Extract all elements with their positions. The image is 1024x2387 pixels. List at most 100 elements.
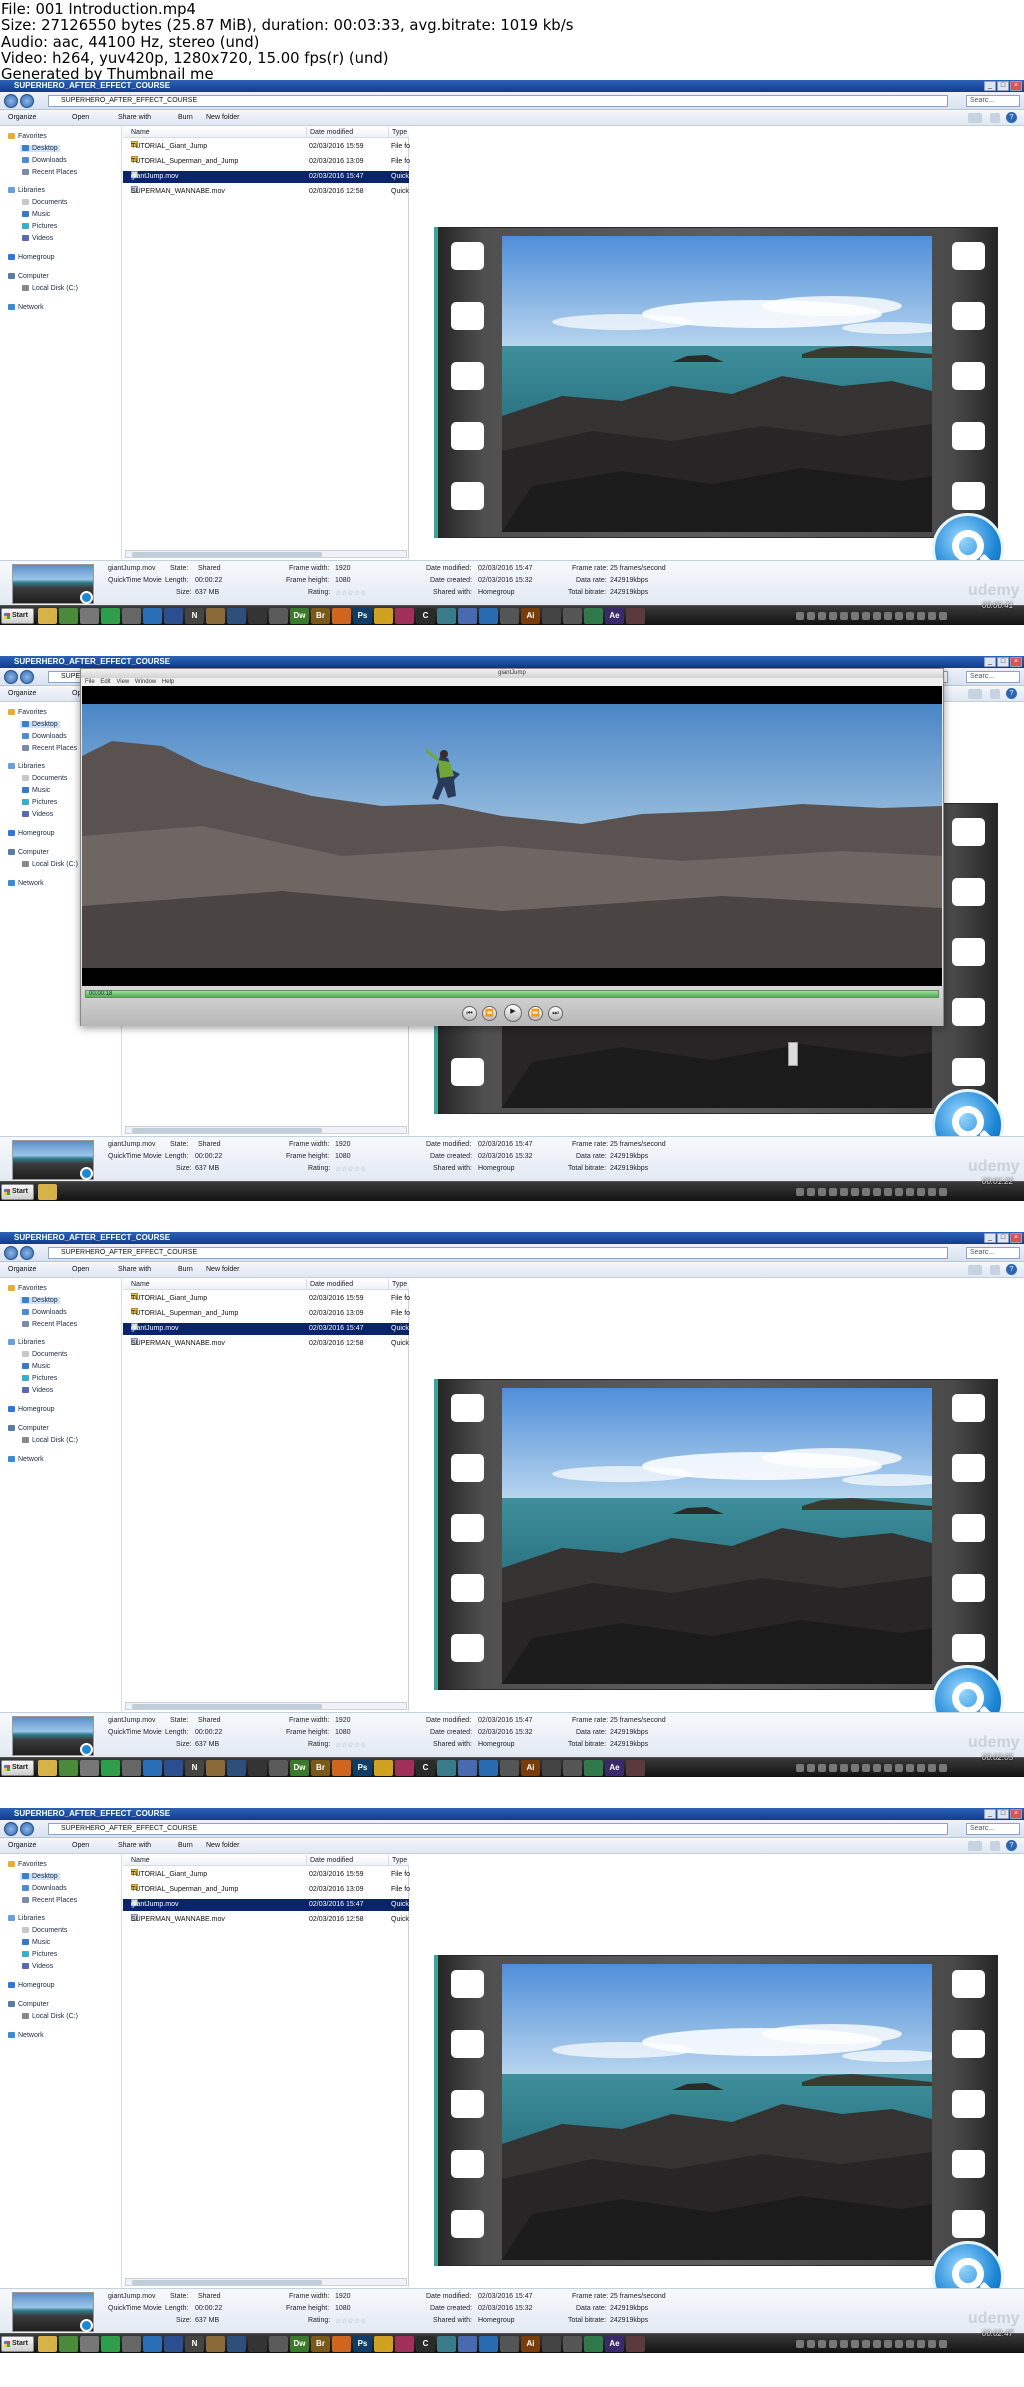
tray-icon[interactable] bbox=[895, 2340, 903, 2348]
file-row[interactable]: giantJump.mov 02/03/2016 15:47 Quick bbox=[123, 171, 409, 183]
minimize-button[interactable]: _ bbox=[984, 1809, 996, 1819]
tray-icon[interactable] bbox=[796, 1188, 804, 1196]
close-button[interactable]: × bbox=[1010, 81, 1022, 91]
taskbar-chrome-icon[interactable] bbox=[101, 2336, 120, 2352]
taskbar-gear-icon[interactable] bbox=[80, 1760, 99, 1776]
taskbar-disc-icon[interactable] bbox=[626, 608, 645, 624]
tray-icon[interactable] bbox=[829, 2340, 837, 2348]
column-type[interactable]: Type bbox=[388, 1279, 407, 1290]
nav-item[interactable]: Local Disk (C:) bbox=[20, 1437, 80, 1444]
new-folder-button[interactable]: New folder bbox=[206, 110, 239, 126]
close-button[interactable]: × bbox=[1010, 657, 1022, 667]
rewind-button[interactable]: ⏪ bbox=[482, 1006, 497, 1021]
rating-stars[interactable]: ☆☆☆☆☆ bbox=[335, 1165, 366, 1173]
tray-icon[interactable] bbox=[906, 2340, 914, 2348]
tray-icon[interactable] bbox=[873, 612, 881, 620]
tray-icon[interactable] bbox=[939, 2340, 947, 2348]
start-button[interactable]: Start bbox=[1, 1760, 34, 1776]
horizontal-scrollbar[interactable] bbox=[125, 2278, 407, 2286]
nav-item[interactable]: Computer bbox=[6, 849, 51, 856]
taskbar-hex-icon[interactable] bbox=[479, 2336, 498, 2352]
taskbar-box-icon[interactable] bbox=[206, 2336, 225, 2352]
taskbar-disc-icon[interactable] bbox=[626, 1760, 645, 1776]
minimize-button[interactable]: _ bbox=[984, 657, 996, 667]
tray-icon[interactable] bbox=[807, 1188, 815, 1196]
tray-icon[interactable] bbox=[917, 2340, 925, 2348]
taskbar-panel-icon[interactable] bbox=[122, 608, 141, 624]
tray-icon[interactable] bbox=[884, 1188, 892, 1196]
view-options-icon[interactable] bbox=[968, 1841, 982, 1851]
file-row[interactable]: SUPERMAN_WANNABE.mov 02/03/2016 12:58 Quic… bbox=[123, 1914, 409, 1926]
taskbar-headphones-icon[interactable] bbox=[374, 2336, 393, 2352]
file-row[interactable]: SUPERMAN_WANNABE.mov 02/03/2016 12:58 Quic… bbox=[123, 1338, 409, 1350]
taskbar-firefox-icon[interactable] bbox=[332, 608, 351, 624]
maximize-button[interactable]: □ bbox=[997, 657, 1009, 667]
nav-item[interactable]: Desktop bbox=[20, 721, 60, 728]
taskbar-unity-icon[interactable] bbox=[563, 2336, 582, 2352]
tray-icon[interactable] bbox=[906, 612, 914, 620]
file-row[interactable]: TUTORIAL_Superman_and_Jump 02/03/2016 13:… bbox=[123, 1308, 410, 1320]
horizontal-scrollbar[interactable] bbox=[125, 550, 407, 558]
taskbar-download-icon[interactable] bbox=[227, 1760, 246, 1776]
tray-icon[interactable] bbox=[818, 1764, 826, 1772]
taskbar-cube-icon[interactable] bbox=[437, 2336, 456, 2352]
nav-item[interactable]: Documents bbox=[20, 1351, 69, 1358]
taskbar-flower-icon[interactable] bbox=[395, 2336, 414, 2352]
tray-icon[interactable] bbox=[906, 1764, 914, 1772]
taskbar-gear-icon[interactable] bbox=[80, 2336, 99, 2352]
nav-item[interactable]: Favorites bbox=[6, 1285, 49, 1292]
maximize-button[interactable]: □ bbox=[997, 1809, 1009, 1819]
seek-bar[interactable] bbox=[85, 990, 939, 998]
nav-item[interactable]: Pictures bbox=[20, 1375, 59, 1382]
open-button[interactable]: Open bbox=[72, 110, 89, 126]
file-row[interactable]: SUPERMAN_WANNABE.mov 02/03/2016 12:58 Quic… bbox=[123, 186, 409, 198]
nav-item[interactable]: Videos bbox=[20, 1963, 55, 1970]
file-row[interactable]: TUTORIAL_Giant_Jump 02/03/2016 15:59 File … bbox=[123, 141, 410, 153]
tray-icon[interactable] bbox=[928, 612, 936, 620]
nav-item[interactable]: Homegroup bbox=[6, 254, 57, 261]
tray-icon[interactable] bbox=[906, 1188, 914, 1196]
taskbar-flag-icon[interactable] bbox=[143, 2336, 162, 2352]
taskbar-arrow-icon[interactable] bbox=[542, 1760, 561, 1776]
taskbar-c-icon[interactable]: C bbox=[416, 608, 435, 624]
share-with-menu[interactable]: Share with bbox=[118, 1838, 151, 1854]
taskbar-n-icon[interactable]: N bbox=[185, 1760, 204, 1776]
tray-icon[interactable] bbox=[851, 1764, 859, 1772]
view-options-icon[interactable] bbox=[968, 1265, 982, 1275]
tray-icon[interactable] bbox=[873, 1764, 881, 1772]
taskbar-c-icon[interactable]: C bbox=[416, 2336, 435, 2352]
back-button[interactable] bbox=[4, 670, 18, 684]
taskbar-unity-icon[interactable] bbox=[563, 1760, 582, 1776]
close-button[interactable]: × bbox=[1010, 1809, 1022, 1819]
taskbar-tri-icon[interactable] bbox=[584, 2336, 603, 2352]
taskbar-chrome-icon[interactable] bbox=[101, 1760, 120, 1776]
nav-item[interactable]: Computer bbox=[6, 1425, 51, 1432]
taskbar-aftereffects-icon[interactable]: Ae bbox=[605, 608, 624, 624]
tray-icon[interactable] bbox=[829, 1764, 837, 1772]
back-button[interactable] bbox=[4, 94, 18, 108]
taskbar-dreamweaver-icon[interactable]: Dw bbox=[290, 608, 309, 624]
column-name[interactable]: Name bbox=[128, 1855, 150, 1866]
organize-menu[interactable]: Organize bbox=[8, 686, 36, 702]
nav-item[interactable]: Downloads bbox=[20, 157, 69, 164]
nav-item[interactable]: Desktop bbox=[20, 1873, 60, 1880]
file-row[interactable]: giantJump.mov 02/03/2016 15:47 Quick bbox=[123, 1323, 409, 1335]
taskbar-figure-icon[interactable] bbox=[500, 608, 519, 624]
preview-pane-icon[interactable] bbox=[990, 1265, 1000, 1275]
taskbar-flower-icon[interactable] bbox=[395, 1760, 414, 1776]
taskbar-illustrator-icon[interactable]: Ai bbox=[521, 608, 540, 624]
scrollbar-thumb[interactable] bbox=[132, 552, 322, 557]
horizontal-scrollbar[interactable] bbox=[125, 1126, 407, 1134]
taskbar-aftereffects-icon[interactable]: Ae bbox=[605, 2336, 624, 2352]
nav-item[interactable]: Downloads bbox=[20, 1309, 69, 1316]
tray-icon[interactable] bbox=[862, 612, 870, 620]
taskbar-dreamweaver-icon[interactable]: Dw bbox=[290, 2336, 309, 2352]
nav-item[interactable]: Libraries bbox=[6, 763, 47, 770]
address-field[interactable]: SUPERHERO_AFTER_EFFECT_COURSE bbox=[48, 1247, 948, 1259]
forward-button[interactable] bbox=[20, 1822, 34, 1836]
burn-button[interactable]: Burn bbox=[178, 1838, 193, 1854]
column-date-modified[interactable]: Date modified bbox=[306, 127, 353, 138]
nav-item[interactable]: Downloads bbox=[20, 733, 69, 740]
taskbar-photoshop-icon[interactable]: Ps bbox=[353, 1760, 372, 1776]
nav-item[interactable]: Local Disk (C:) bbox=[20, 2013, 80, 2020]
